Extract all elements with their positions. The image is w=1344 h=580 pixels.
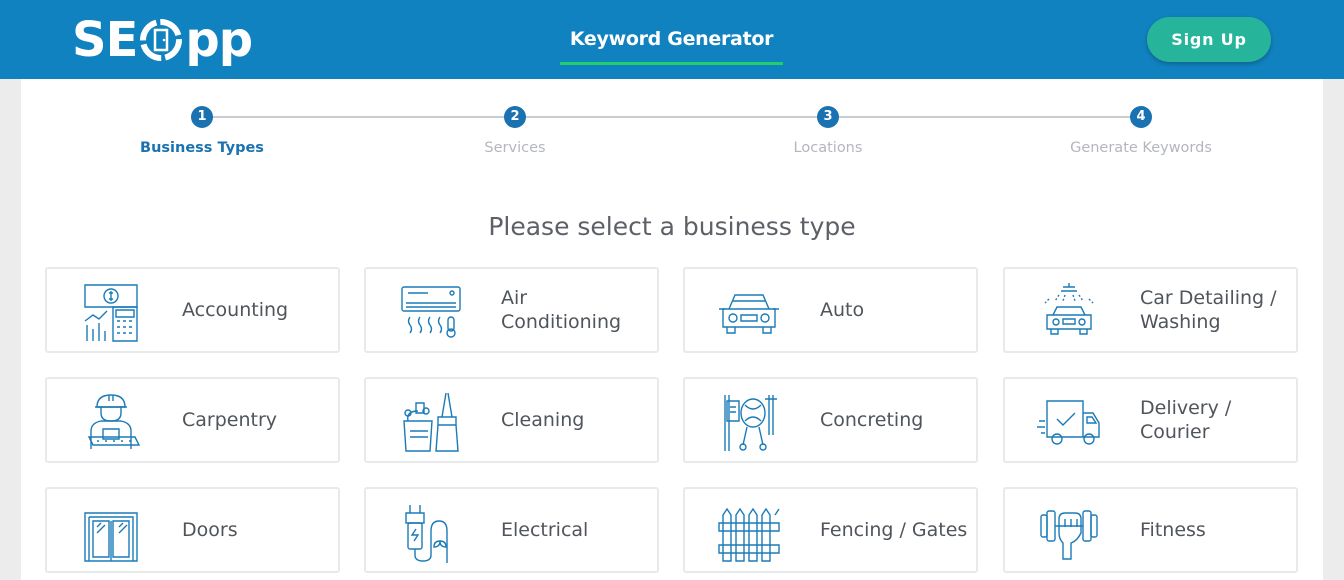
business-label: Concreting — [820, 409, 924, 431]
step-number: 4 — [1130, 106, 1152, 128]
step-business-types[interactable]: 1 Business Types — [102, 106, 302, 156]
business-card-auto[interactable]: Auto — [683, 267, 978, 353]
seopp-logo[interactable]: SE pp — [72, 10, 253, 70]
logo-text-left: SE — [72, 12, 138, 68]
car-icon — [717, 281, 781, 343]
step-label: Locations — [793, 140, 863, 156]
business-label: Electrical — [501, 519, 589, 541]
step-number: 2 — [504, 106, 526, 128]
car-wash-icon — [1037, 281, 1101, 343]
business-label: Doors — [182, 519, 238, 541]
stepper-track — [201, 116, 1141, 118]
step-label: Generate Keywords — [1070, 140, 1212, 156]
business-label: Fitness — [1140, 519, 1206, 541]
business-card-air-conditioning[interactable]: Air Conditioning — [364, 267, 659, 353]
business-label: Cleaning — [501, 409, 585, 431]
door-icon — [79, 501, 143, 563]
business-label: Fencing / Gates — [820, 519, 968, 541]
business-card-cleaning[interactable]: Cleaning — [364, 377, 659, 463]
business-card-carpentry[interactable]: Carpentry — [45, 377, 340, 463]
business-card-car-detailing[interactable]: Car Detailing / Washing — [1003, 267, 1298, 353]
carpenter-icon — [79, 391, 143, 453]
tab-keyword-generator[interactable]: Keyword Generator — [560, 20, 783, 65]
fence-icon — [717, 501, 781, 563]
business-label: Auto — [820, 299, 865, 321]
business-label: Delivery / Courier — [1140, 397, 1232, 443]
step-number: 1 — [191, 106, 213, 128]
business-card-fitness[interactable]: Fitness — [1003, 487, 1298, 573]
step-label: Services — [484, 140, 546, 156]
business-card-accounting[interactable]: Accounting — [45, 267, 340, 353]
electrical-plug-icon — [398, 501, 462, 563]
concrete-mixer-icon — [717, 391, 781, 453]
sign-up-button[interactable]: Sign Up — [1147, 17, 1271, 62]
business-label: Accounting — [182, 299, 289, 321]
step-number: 3 — [817, 106, 839, 128]
air-conditioner-icon — [398, 281, 462, 343]
business-card-delivery-courier[interactable]: Delivery / Courier — [1003, 377, 1298, 463]
step-locations[interactable]: 3 Locations — [728, 106, 928, 156]
step-services[interactable]: 2 Services — [415, 106, 615, 156]
top-header: SE pp Keyword Generator Sign Up — [0, 0, 1344, 79]
dumbbell-icon — [1037, 501, 1101, 563]
accounting-icon — [79, 281, 143, 343]
business-card-concreting[interactable]: Concreting — [683, 377, 978, 463]
step-generate-keywords[interactable]: 4 Generate Keywords — [1041, 106, 1241, 156]
page-title: Please select a business type — [488, 212, 856, 241]
delivery-truck-icon — [1037, 391, 1101, 453]
logo-text-right: pp — [185, 12, 253, 68]
business-label: Car Detailing / Washing — [1140, 287, 1277, 333]
business-card-doors[interactable]: Doors — [45, 487, 340, 573]
business-label: Carpentry — [182, 409, 278, 431]
business-card-electrical[interactable]: Electrical — [364, 487, 659, 573]
step-label: Business Types — [140, 140, 264, 156]
business-label: Air Conditioning — [501, 287, 622, 333]
business-card-fencing-gates[interactable]: Fencing / Gates — [683, 487, 978, 573]
logo-door-icon — [139, 18, 183, 62]
cleaning-supplies-icon — [398, 391, 462, 453]
